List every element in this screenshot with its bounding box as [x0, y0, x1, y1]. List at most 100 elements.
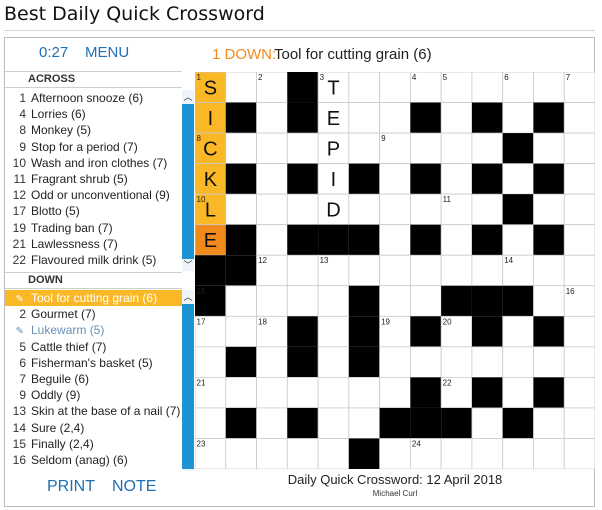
across-clue-item[interactable]: 9 Stop for a period (7)	[5, 139, 182, 155]
grid-cell[interactable]	[256, 224, 288, 256]
grid-cell[interactable]	[533, 407, 565, 439]
grid-cell[interactable]	[563, 254, 595, 287]
grid-cell[interactable]	[379, 163, 411, 195]
grid-cell[interactable]	[348, 376, 381, 409]
grid-cell[interactable]	[533, 132, 565, 165]
grid-cell[interactable]	[563, 132, 595, 165]
grid-cell[interactable]	[348, 193, 381, 226]
grid-cell[interactable]	[379, 285, 411, 317]
across-clue-item[interactable]: 1 Afternoon snooze (6)	[5, 90, 182, 106]
grid-svg[interactable]: 1 2 3 4 5 6 78 910 1112 13 1415 1617 18 19 2021 2223 24S…	[195, 72, 595, 469]
across-scrollbar[interactable]: ︿ ﹀	[182, 90, 194, 271]
grid-cell[interactable]	[409, 254, 442, 287]
across-clue-item[interactable]: 4 Lorries (6)	[5, 106, 182, 122]
across-clue-item[interactable]: 19 Trading ban (7)	[5, 220, 182, 236]
grid-cell[interactable]	[563, 346, 595, 378]
grid-cell[interactable]	[195, 407, 227, 439]
down-clue-item[interactable]: 5 Cattle thief (7)	[5, 339, 182, 355]
grid-cell[interactable]	[563, 163, 595, 195]
grid-cell[interactable]	[440, 346, 473, 378]
grid-cell[interactable]	[471, 132, 504, 165]
grid-cell[interactable]	[533, 346, 565, 378]
grid-cell[interactable]	[348, 407, 381, 439]
grid-cell[interactable]	[348, 72, 381, 103]
grid-cell[interactable]	[471, 438, 504, 469]
grid-cell[interactable]	[225, 193, 257, 226]
grid-cell[interactable]	[317, 438, 350, 469]
grid-cell[interactable]	[286, 438, 319, 469]
grid-cell[interactable]	[225, 376, 257, 409]
across-clue-item[interactable]: 17 Blotto (5)	[5, 203, 182, 219]
grid-cell[interactable]	[379, 376, 411, 409]
grid-cell[interactable]	[256, 346, 288, 378]
across-scroll-thumb[interactable]	[182, 104, 194, 259]
down-clue-item[interactable]: ✎ Tool for cutting grain (6)	[5, 290, 182, 307]
across-clue-item[interactable]: 11 Fragrant shrub (5)	[5, 171, 182, 187]
grid-cell[interactable]	[502, 102, 534, 134]
crossword-grid[interactable]: 1 2 3 4 5 6 7 8 9 10 11 12 13 14 15 16 17 18 19 20 21 22 23 24 S…	[195, 72, 595, 469]
down-clue-list[interactable]: ✎ Tool for cutting grain (6) 2 Gourmet (7) ✎…	[5, 290, 182, 471]
grid-cell[interactable]	[286, 254, 319, 287]
grid-cell[interactable]	[440, 132, 473, 165]
across-clue-list[interactable]: 1 Afternoon snooze (6) 4 Lorries (6) 8 Monkey…	[5, 90, 182, 271]
grid-cell[interactable]	[563, 224, 595, 256]
grid-cell[interactable]	[563, 376, 595, 409]
grid-cell[interactable]	[502, 315, 534, 348]
grid-cell[interactable]	[379, 193, 411, 226]
note-button[interactable]: NOTE	[112, 478, 156, 496]
grid-cell[interactable]	[379, 346, 411, 378]
grid-cell[interactable]	[563, 407, 595, 439]
grid-cell[interactable]	[563, 193, 595, 226]
grid-cell[interactable]	[286, 193, 319, 226]
grid-cell[interactable]	[256, 132, 288, 165]
grid-cell[interactable]	[409, 346, 442, 378]
grid-cell[interactable]	[286, 376, 319, 409]
grid-cell[interactable]	[502, 224, 534, 256]
grid-cell[interactable]	[256, 438, 288, 469]
grid-cell[interactable]	[225, 315, 257, 348]
across-clue-item[interactable]: 10 Wash and iron clothes (7)	[5, 155, 182, 171]
down-clue-item[interactable]: 2 Gourmet (7)	[5, 306, 182, 322]
down-scroll-thumb[interactable]	[182, 304, 194, 469]
grid-cell[interactable]	[533, 193, 565, 226]
grid-cell[interactable]	[502, 376, 534, 409]
across-clue-item[interactable]: 21 Lawlessness (7)	[5, 236, 182, 252]
menu-button[interactable]: MENU	[85, 44, 129, 61]
down-clue-item[interactable]: 9 Oddly (9)	[5, 387, 182, 403]
across-clue-item[interactable]: 22 Flavoured milk drink (5)	[5, 252, 182, 268]
across-clue-item[interactable]: 12 Odd or unconventional (9)	[5, 187, 182, 203]
grid-cell[interactable]	[256, 163, 288, 195]
grid-cell[interactable]	[225, 72, 257, 103]
grid-cell[interactable]	[563, 438, 595, 469]
grid-cell[interactable]	[317, 315, 350, 348]
grid-cell[interactable]	[440, 224, 473, 256]
down-scrollbar[interactable]: ︿	[182, 290, 194, 471]
down-clue-item[interactable]: 14 Sure (2,4)	[5, 420, 182, 436]
down-clue-item[interactable]: 15 Finally (2,4)	[5, 436, 182, 452]
grid-cell[interactable]	[286, 132, 319, 165]
grid-cell[interactable]	[195, 346, 227, 378]
grid-cell[interactable]	[440, 254, 473, 287]
grid-cell[interactable]	[348, 254, 381, 287]
grid-cell[interactable]	[533, 438, 565, 469]
print-button[interactable]: PRINT	[47, 478, 95, 496]
grid-cell[interactable]	[379, 224, 411, 256]
down-clue-item[interactable]: 16 Seldom (anag) (6)	[5, 452, 182, 468]
grid-cell[interactable]	[471, 72, 504, 103]
scroll-up-icon[interactable]: ︿	[182, 292, 194, 302]
grid-cell[interactable]	[225, 438, 257, 469]
grid-cell[interactable]	[409, 132, 442, 165]
grid-cell[interactable]	[348, 132, 381, 165]
grid-cell[interactable]	[256, 376, 288, 409]
grid-cell[interactable]	[225, 132, 257, 165]
grid-cell[interactable]	[533, 72, 565, 103]
across-clue-item[interactable]: 8 Monkey (5)	[5, 122, 182, 138]
scroll-down-icon[interactable]: ﹀	[182, 260, 194, 270]
down-clue-item[interactable]: ✎ Lukewarm (5)	[5, 322, 182, 338]
grid-cell[interactable]	[256, 407, 288, 439]
down-clue-item[interactable]: 7 Beguile (6)	[5, 371, 182, 387]
grid-cell[interactable]	[471, 346, 504, 378]
grid-cell[interactable]	[379, 438, 411, 469]
grid-cell[interactable]	[379, 102, 411, 134]
grid-cell[interactable]	[533, 285, 565, 317]
